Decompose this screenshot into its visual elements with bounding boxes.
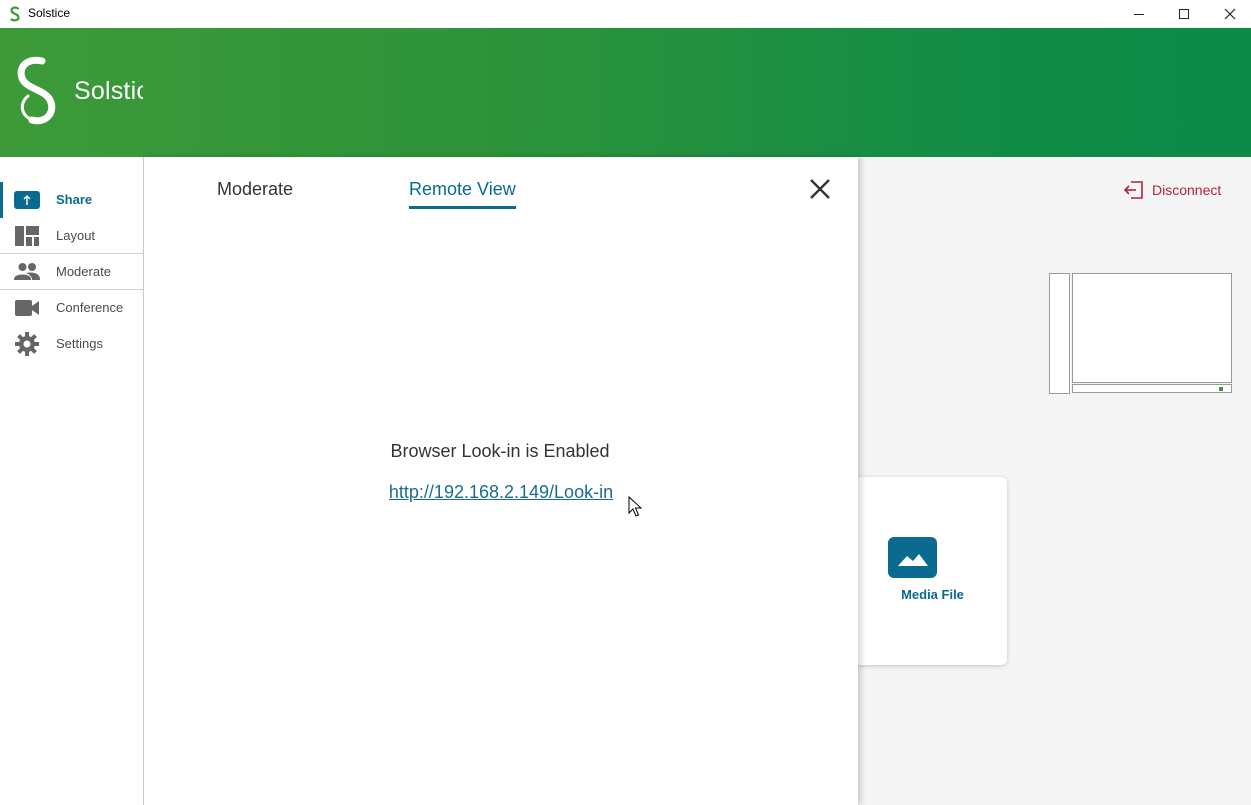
disconnect-icon bbox=[1124, 181, 1143, 199]
main-content: Disconnect Media File bbox=[838, 157, 1251, 805]
tab-moderate[interactable]: Moderate bbox=[217, 179, 293, 206]
display-preview-thumbnail[interactable] bbox=[1049, 273, 1233, 395]
layout-icon bbox=[14, 224, 40, 248]
lookin-url-link[interactable]: http://192.168.2.149/Look-in bbox=[144, 482, 858, 503]
sidebar-item-label: Share bbox=[56, 192, 93, 207]
maximize-button[interactable] bbox=[1161, 0, 1207, 28]
disconnect-label: Disconnect bbox=[1152, 182, 1222, 198]
window-titlebar: Solstice bbox=[0, 0, 1251, 28]
minimize-button[interactable] bbox=[1116, 0, 1162, 28]
media-file-card[interactable]: Media File bbox=[838, 477, 1007, 665]
sidebar-item-conference[interactable]: Conference bbox=[0, 290, 143, 326]
lookin-status-text: Browser Look-in is Enabled bbox=[390, 441, 610, 461]
gear-icon bbox=[14, 332, 40, 356]
preview-taskbar bbox=[1072, 384, 1232, 393]
sidebar-item-label: Settings bbox=[56, 336, 103, 351]
sidebar-item-label: Layout bbox=[56, 228, 96, 243]
disconnect-button[interactable]: Disconnect bbox=[1124, 181, 1221, 199]
sidebar-item-moderate[interactable]: Moderate bbox=[0, 254, 143, 290]
sidebar: Share Layout Moderate Conference Setting… bbox=[0, 157, 144, 805]
sidebar-item-label: Conference bbox=[56, 300, 124, 315]
minimize-icon bbox=[1134, 14, 1144, 15]
sidebar-item-layout[interactable]: Layout bbox=[0, 218, 143, 254]
window-title: Solstice bbox=[28, 6, 71, 20]
logo-text: Solstic bbox=[74, 77, 143, 105]
sidebar-item-label: Moderate bbox=[56, 264, 111, 279]
people-icon bbox=[14, 260, 40, 284]
maximize-icon bbox=[1179, 9, 1189, 19]
share-up-arrow-icon bbox=[14, 188, 40, 212]
media-file-label: Media File bbox=[901, 587, 964, 602]
tab-remote-view[interactable]: Remote View bbox=[409, 179, 516, 209]
app-header: Solstic bbox=[0, 28, 1251, 157]
image-icon bbox=[888, 537, 937, 578]
close-icon[interactable] bbox=[806, 175, 834, 203]
solstice-app-icon bbox=[10, 6, 20, 22]
solstice-logo-icon bbox=[17, 56, 56, 125]
mouse-cursor-icon bbox=[628, 496, 642, 517]
remote-view-dialog: Moderate Remote View Browser Look-in is … bbox=[144, 157, 858, 805]
preview-side-panel bbox=[1049, 273, 1070, 394]
sidebar-item-settings[interactable]: Settings bbox=[0, 326, 143, 362]
close-icon bbox=[1224, 8, 1236, 20]
video-camera-icon bbox=[14, 296, 40, 320]
sidebar-item-share[interactable]: Share bbox=[0, 182, 143, 218]
window-close-button[interactable] bbox=[1207, 0, 1251, 28]
logo: Solstic bbox=[0, 28, 143, 157]
preview-screen bbox=[1072, 273, 1232, 383]
